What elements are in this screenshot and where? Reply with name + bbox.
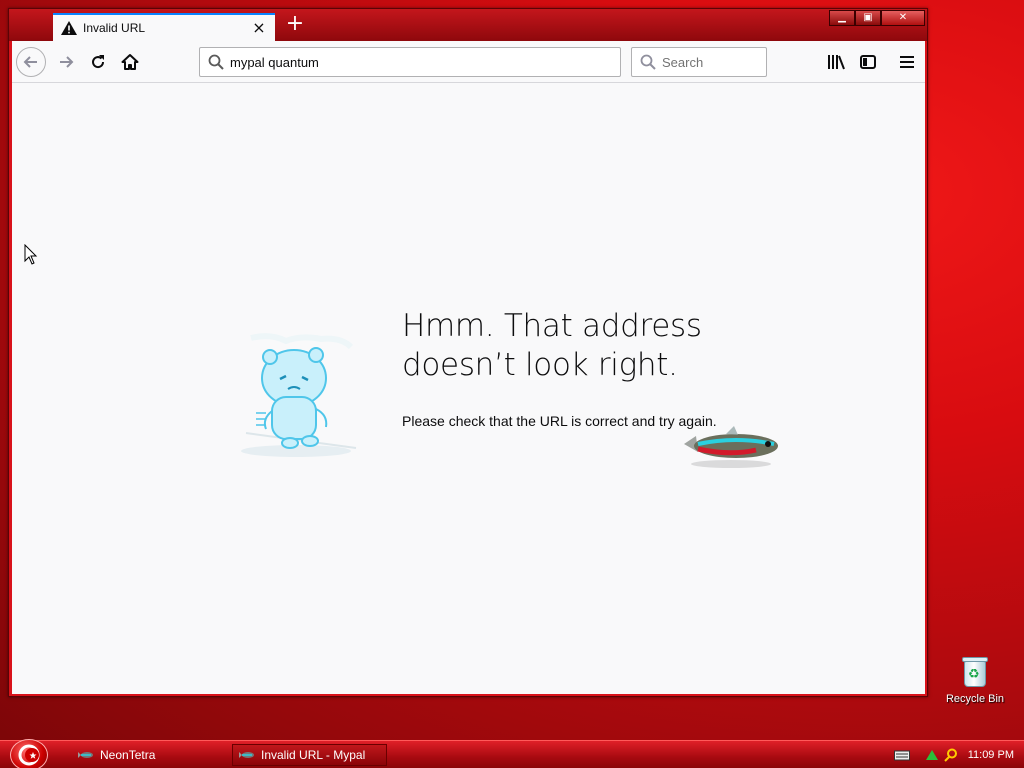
sidebar-toggle-button[interactable] [854,48,882,76]
page-content: Hmm. That address doesn’t look right. Pl… [12,83,925,694]
system-tray: 11:09 PM [884,741,1024,768]
taskbar: NeonTetra Invalid URL - Mypal 11:09 PM [0,739,1024,768]
forward-arrow-icon [60,56,74,68]
network-icon[interactable] [924,748,940,762]
warning-icon [61,21,77,35]
window-controls: ▁ ▣ ✕ [829,10,925,26]
new-tab-button[interactable]: + [283,13,307,37]
recycle-bin-icon: ♻ [958,655,992,689]
taskbar-item-mypal[interactable]: Invalid URL - Mypal [232,744,387,766]
recycle-bin-label: Recycle Bin [945,693,1005,705]
tab-title: Invalid URL [83,21,146,35]
taskbar-item-neontetra[interactable]: NeonTetra [72,744,222,766]
clock[interactable]: 11:09 PM [968,749,1014,761]
home-button[interactable] [116,48,144,76]
close-tab-icon[interactable]: × [251,20,267,36]
reload-button[interactable] [84,48,112,76]
url-input[interactable] [230,54,600,70]
taskbar-item-label: NeonTetra [100,748,156,762]
maximize-button[interactable]: ▣ [855,10,881,26]
taskbar-item-label: Invalid URL - Mypal [261,748,366,762]
mouse-pointer-icon [24,244,38,265]
library-icon [828,55,845,70]
hamburger-menu-icon [900,56,914,68]
reload-icon [92,55,105,69]
neon-tetra-fish-icon[interactable] [676,422,786,472]
minimize-button[interactable]: ▁ [829,10,855,26]
search-bar[interactable] [631,47,767,77]
title-bar: Invalid URL × + ▁ ▣ ✕ [9,9,927,41]
start-logo-icon [18,744,40,766]
url-bar[interactable] [199,47,621,77]
fish-icon [78,752,93,758]
search-icon [640,54,656,70]
search-icon [208,54,224,70]
home-icon [121,54,139,70]
close-window-button[interactable]: ✕ [881,10,925,26]
library-button[interactable] [822,48,850,76]
search-input[interactable] [662,54,758,70]
fish-icon [239,752,254,758]
error-title: Hmm. That address doesn’t look right. [402,308,702,383]
browser-window: Invalid URL × + ▁ ▣ ✕ mypal quantum Sear… [8,8,928,697]
tab-invalid-url[interactable]: Invalid URL × [53,13,275,41]
navigation-toolbar [12,41,925,83]
recycle-bin-desktop-icon[interactable]: ♻ Recycle Bin [942,655,1008,705]
back-arrow-icon [23,56,37,68]
start-button[interactable] [10,739,48,768]
confused-bear-illustration [241,333,357,457]
forward-button[interactable] [52,48,80,76]
menu-button[interactable] [893,48,921,76]
error-description: Please check that the URL is correct and… [402,413,717,429]
back-button[interactable] [16,47,46,77]
search-tray-icon[interactable] [944,748,958,762]
sidebar-icon [860,55,876,69]
keyboard-icon[interactable] [893,749,910,761]
